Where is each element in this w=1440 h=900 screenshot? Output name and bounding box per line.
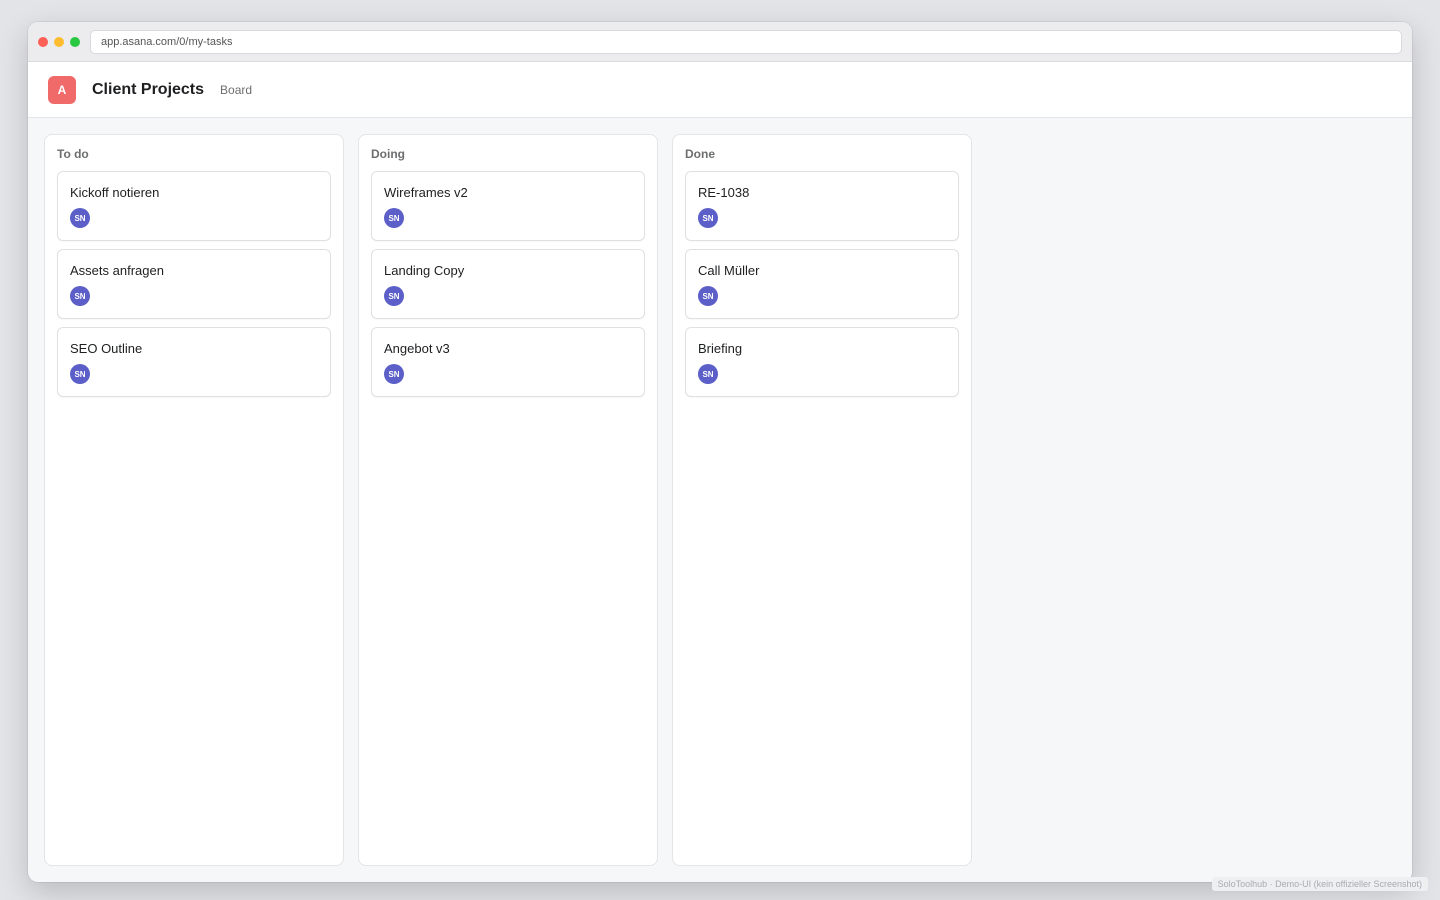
browser-titlebar: app.asana.com/0/my-tasks [28,22,1412,62]
task-title: Call Müller [698,263,760,278]
assignee-avatar[interactable]: SN [384,364,404,384]
task-card[interactable]: Briefing SN [685,327,959,397]
task-card[interactable]: SEO Outline SN [57,327,331,397]
assignee-avatar[interactable]: SN [698,364,718,384]
assignee-avatar[interactable]: SN [70,364,90,384]
task-card[interactable]: Landing Copy SN [371,249,645,319]
assignee-avatar[interactable]: SN [698,286,718,306]
assignee-avatar[interactable]: SN [384,208,404,228]
task-card[interactable]: Kickoff notieren SN [57,171,331,241]
task-title: Assets anfragen [70,263,164,278]
browser-window: app.asana.com/0/my-tasks A Client Projec… [28,22,1412,882]
address-bar-url: app.asana.com/0/my-tasks [101,35,233,48]
task-title: Kickoff notieren [70,185,160,200]
task-title: Briefing [698,341,743,356]
address-bar[interactable]: app.asana.com/0/my-tasks [90,29,1402,54]
task-title: SEO Outline [70,341,143,356]
page-title: Client Projects [92,80,205,98]
column-title: Done [685,147,715,161]
task-title: Wireframes v2 [384,185,468,200]
column-title: Doing [371,147,405,161]
assignee-avatar[interactable]: SN [384,286,404,306]
assignee-avatar[interactable]: SN [70,286,90,306]
assignee-avatar[interactable]: SN [698,208,718,228]
app-header: A Client Projects Board [28,62,1412,118]
column-to-do: To do Kickoff notieren SN Assets anfrage… [44,134,344,866]
close-window-button[interactable] [38,36,48,47]
task-card[interactable]: Angebot v3 SN [371,327,645,397]
kanban-board: To do Kickoff notieren SN Assets anfrage… [28,118,1412,882]
task-title: Angebot v3 [384,341,450,356]
task-card[interactable]: Call Müller SN [685,249,959,319]
demo-disclaimer: SoloToolhub · Demo-UI (kein offizieller … [1211,877,1428,891]
task-card[interactable]: RE-1038 SN [685,171,959,241]
column-doing: Doing Wireframes v2 SN Landing Copy SN A… [358,134,658,866]
tab-board[interactable]: Board [220,83,252,97]
app-logo-letter: A [57,82,67,97]
maximize-window-button[interactable] [70,36,80,47]
window-controls [38,36,80,47]
assignee-avatar[interactable]: SN [70,208,90,228]
column-title: To do [57,147,89,161]
task-title: Landing Copy [384,263,465,278]
column-done: Done RE-1038 SN Call Müller SN Briefing … [672,134,972,866]
minimize-window-button[interactable] [54,36,64,47]
task-card[interactable]: Assets anfragen SN [57,249,331,319]
task-title: RE-1038 [698,185,750,200]
app-logo[interactable]: A [48,75,76,104]
task-card[interactable]: Wireframes v2 SN [371,171,645,241]
